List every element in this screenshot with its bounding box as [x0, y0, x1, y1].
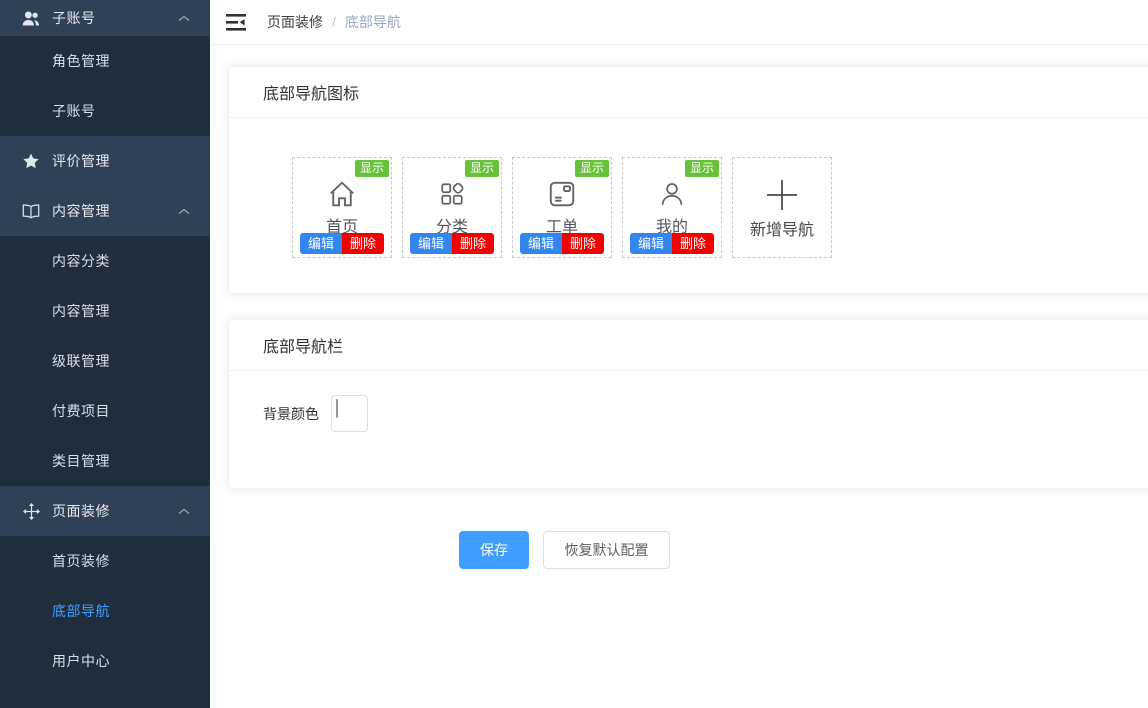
chevron-up-icon — [178, 508, 190, 515]
topbar: 页面装修 / 底部导航 — [210, 0, 1148, 45]
sidebar-item-bottom-nav[interactable]: 底部导航 — [0, 586, 210, 636]
sidebar-submenu-decoration: 首页装修 底部导航 用户中心 — [0, 536, 210, 686]
card-title: 底部导航图标 — [229, 67, 1148, 118]
delete-button[interactable]: 删除 — [342, 233, 384, 254]
visible-badge: 显示 — [685, 160, 719, 177]
nav-item-category[interactable]: 显示 分类 编辑 删除 — [402, 157, 502, 258]
sidebar-submenu-sub-accounts: 角色管理 子账号 — [0, 36, 210, 136]
sidebar-item-paid-items[interactable]: 付费项目 — [0, 386, 210, 436]
sidebar-item-category-management[interactable]: 类目管理 — [0, 436, 210, 486]
delete-button[interactable]: 删除 — [452, 233, 494, 254]
breadcrumb: 页面装修 / 底部导航 — [267, 12, 401, 32]
save-button[interactable]: 保存 — [459, 531, 529, 569]
visible-badge: 显示 — [465, 160, 499, 177]
background-color-label: 背景颜色 — [263, 404, 319, 424]
move-icon — [22, 503, 40, 520]
edit-button[interactable]: 编辑 — [630, 233, 672, 254]
book-icon — [22, 204, 40, 219]
edit-button[interactable]: 编辑 — [300, 233, 342, 254]
users-icon — [22, 11, 40, 26]
sidebar-filler — [0, 686, 210, 708]
breadcrumb-current: 底部导航 — [345, 12, 401, 32]
star-icon — [22, 153, 40, 169]
visible-badge: 显示 — [355, 160, 389, 177]
sidebar-item-home-decoration[interactable]: 首页装修 — [0, 536, 210, 586]
nav-item-mine[interactable]: 显示 我的 编辑 删除 — [622, 157, 722, 258]
breadcrumb-section[interactable]: 页面装修 — [267, 12, 323, 32]
chevron-up-icon — [178, 208, 190, 215]
bottom-nav-icons-card: 底部导航图标 显示 首页 编辑 删除 显示 — [228, 66, 1148, 294]
sidebar-item-cascade-management[interactable]: 级联管理 — [0, 336, 210, 386]
main-area: 页面装修 / 底部导航 底部导航图标 显示 首页 编辑 删除 — [210, 0, 1148, 708]
sidebar-item-review-management[interactable]: 评价管理 — [0, 136, 210, 186]
visible-badge: 显示 — [575, 160, 609, 177]
app-window: 子账号 角色管理 子账号 评价管理 内容管理 — [0, 0, 1148, 708]
nav-items-row: 显示 首页 编辑 删除 显示 分类 — [229, 118, 1148, 293]
sidebar-item-sub-account[interactable]: 子账号 — [0, 86, 210, 136]
home-icon — [327, 179, 357, 209]
chevron-up-icon — [178, 15, 190, 22]
sidebar-item-role-management[interactable]: 角色管理 — [0, 36, 210, 86]
edit-button[interactable]: 编辑 — [520, 233, 562, 254]
plus-icon — [765, 180, 799, 210]
sidebar-item-sub-accounts[interactable]: 子账号 — [0, 0, 210, 36]
edit-button[interactable]: 编辑 — [410, 233, 452, 254]
user-icon — [658, 179, 686, 209]
sidebar-submenu-content: 内容分类 内容管理 级联管理 付费项目 类目管理 — [0, 236, 210, 486]
sidebar-item-content-manage[interactable]: 内容管理 — [0, 286, 210, 336]
sidebar-item-page-decoration[interactable]: 页面装修 — [0, 486, 210, 536]
bottom-nav-bar-card: 底部导航栏 背景颜色 — [228, 319, 1148, 489]
sidebar-item-content-category[interactable]: 内容分类 — [0, 236, 210, 286]
add-nav-button[interactable]: 新增导航 — [732, 157, 832, 258]
nav-item-home[interactable]: 显示 首页 编辑 删除 — [292, 157, 392, 258]
add-nav-label: 新增导航 — [750, 216, 814, 240]
sidebar-item-user-center[interactable]: 用户中心 — [0, 636, 210, 686]
sidebar-item-label: 子账号 — [52, 8, 96, 28]
delete-button[interactable]: 删除 — [672, 233, 714, 254]
breadcrumb-separator: / — [332, 14, 336, 30]
grid-icon — [438, 179, 466, 209]
nav-item-workorder[interactable]: 显示 工单 编辑 删除 — [512, 157, 612, 258]
background-color-row: 背景颜色 — [229, 371, 1148, 488]
reset-default-button[interactable]: 恢复默认配置 — [543, 531, 670, 569]
delete-button[interactable]: 删除 — [562, 233, 604, 254]
sidebar-item-content-management[interactable]: 内容管理 — [0, 186, 210, 236]
actions-row: 保存 恢复默认配置 — [459, 531, 1148, 569]
sidebar: 子账号 角色管理 子账号 评价管理 内容管理 — [0, 0, 210, 708]
collapse-sidebar-icon[interactable] — [226, 14, 246, 31]
workorder-icon — [547, 179, 577, 209]
color-picker[interactable] — [331, 395, 368, 432]
card-title: 底部导航栏 — [229, 320, 1148, 371]
bg-color-swatch-inner — [336, 399, 338, 418]
